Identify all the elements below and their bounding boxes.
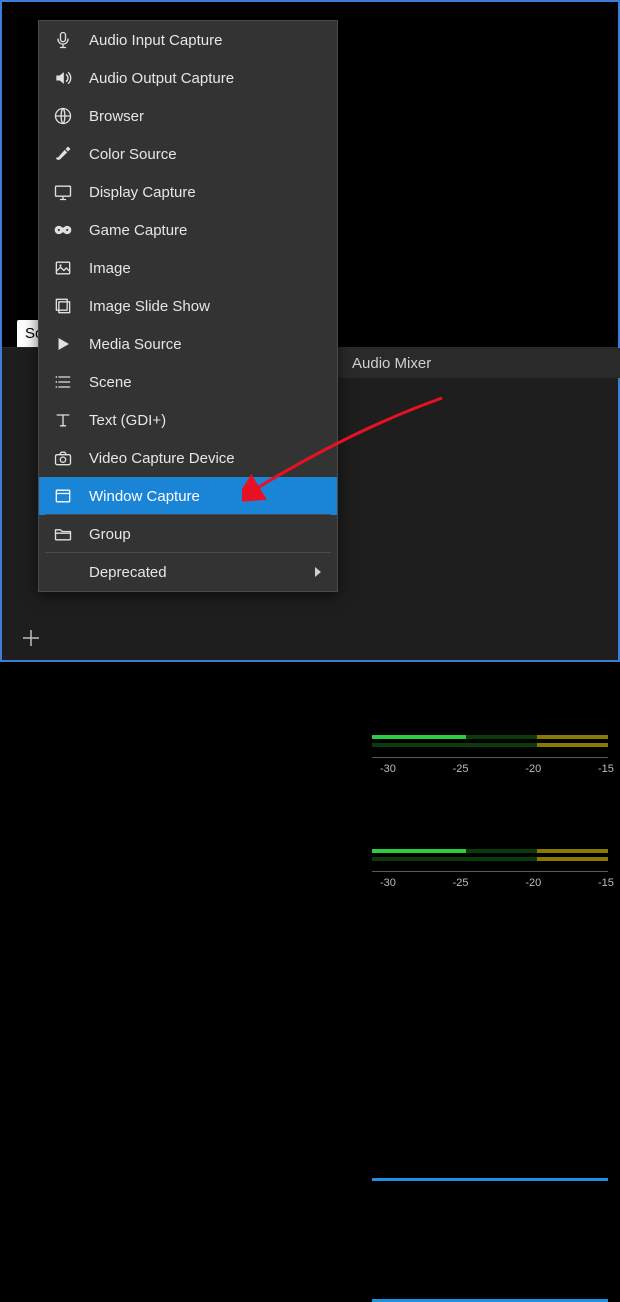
mic-icon	[51, 28, 75, 52]
camera-icon	[51, 446, 75, 470]
menu-item-label: Text (GDI+)	[89, 412, 325, 429]
menu-item-game-capture[interactable]: Game Capture	[39, 211, 337, 249]
menu-item-label: Deprecated	[89, 564, 301, 581]
image-icon	[51, 256, 75, 280]
tick-label: -25	[453, 763, 469, 775]
menu-item-text-gdi[interactable]: Text (GDI+)	[39, 401, 337, 439]
menu-item-label: Audio Output Capture	[89, 70, 325, 87]
menu-item-audio-input-capture[interactable]: Audio Input Capture	[39, 21, 337, 59]
tick-label: -20	[525, 763, 541, 775]
menu-item-label: Group	[89, 526, 325, 543]
tick-label: -25	[453, 877, 469, 889]
monitor-icon	[51, 180, 75, 204]
menu-item-media-source[interactable]: Media Source	[39, 325, 337, 363]
menu-item-video-capture-device[interactable]: Video Capture Device	[39, 439, 337, 477]
menu-item-window-capture[interactable]: Window Capture	[39, 477, 337, 515]
brush-icon	[51, 142, 75, 166]
tick-label: -15	[598, 877, 614, 889]
menu-item-color-source[interactable]: Color Source	[39, 135, 337, 173]
menu-item-label: Media Source	[89, 336, 325, 353]
tick-label: -30	[380, 877, 396, 889]
menu-item-audio-output-capture[interactable]: Audio Output Capture	[39, 59, 337, 97]
tick-label: -15	[598, 763, 614, 775]
mixer-meter: -30 -25 -20 -15	[372, 849, 608, 881]
menu-item-image[interactable]: Image	[39, 249, 337, 287]
menu-item-label: Browser	[89, 108, 325, 125]
mixer-meter: -30 -25 -20 -15	[372, 735, 608, 767]
text-icon	[51, 408, 75, 432]
menu-item-deprecated[interactable]: Deprecated	[39, 553, 337, 591]
menu-item-label: Display Capture	[89, 184, 325, 201]
tick-label: -30	[380, 763, 396, 775]
slides-icon	[51, 294, 75, 318]
tick-label: -20	[525, 877, 541, 889]
window-icon	[51, 484, 75, 508]
gamepad-icon	[51, 218, 75, 242]
menu-item-display-capture[interactable]: Display Capture	[39, 173, 337, 211]
submenu-arrow-icon	[315, 567, 321, 577]
folder-icon	[51, 522, 75, 546]
play-icon	[51, 332, 75, 356]
globe-icon	[51, 104, 75, 128]
menu-item-label: Color Source	[89, 146, 325, 163]
add-source-menu: Audio Input Capture Audio Output Capture B…	[38, 20, 338, 592]
menu-item-label: Audio Input Capture	[89, 32, 325, 49]
mixer-volume-slider[interactable]	[372, 1178, 608, 1181]
menu-item-label: Image Slide Show	[89, 298, 325, 315]
speaker-icon	[51, 66, 75, 90]
plus-icon	[20, 627, 42, 649]
menu-item-label: Video Capture Device	[89, 450, 325, 467]
menu-item-label: Window Capture	[89, 488, 325, 505]
menu-item-image-slide-show[interactable]: Image Slide Show	[39, 287, 337, 325]
add-source-button[interactable]	[17, 624, 45, 652]
audio-mixer-tab[interactable]: Audio Mixer	[334, 348, 620, 378]
menu-item-browser[interactable]: Browser	[39, 97, 337, 135]
audio-mixer-tab-label: Audio Mixer	[344, 351, 439, 376]
menu-item-label: Game Capture	[89, 222, 325, 239]
blank-icon	[51, 560, 75, 584]
menu-item-group[interactable]: Group	[39, 515, 337, 553]
menu-item-label: Image	[89, 260, 325, 277]
menu-item-label: Scene	[89, 374, 325, 391]
menu-item-scene[interactable]: Scene	[39, 363, 337, 401]
list-icon	[51, 370, 75, 394]
